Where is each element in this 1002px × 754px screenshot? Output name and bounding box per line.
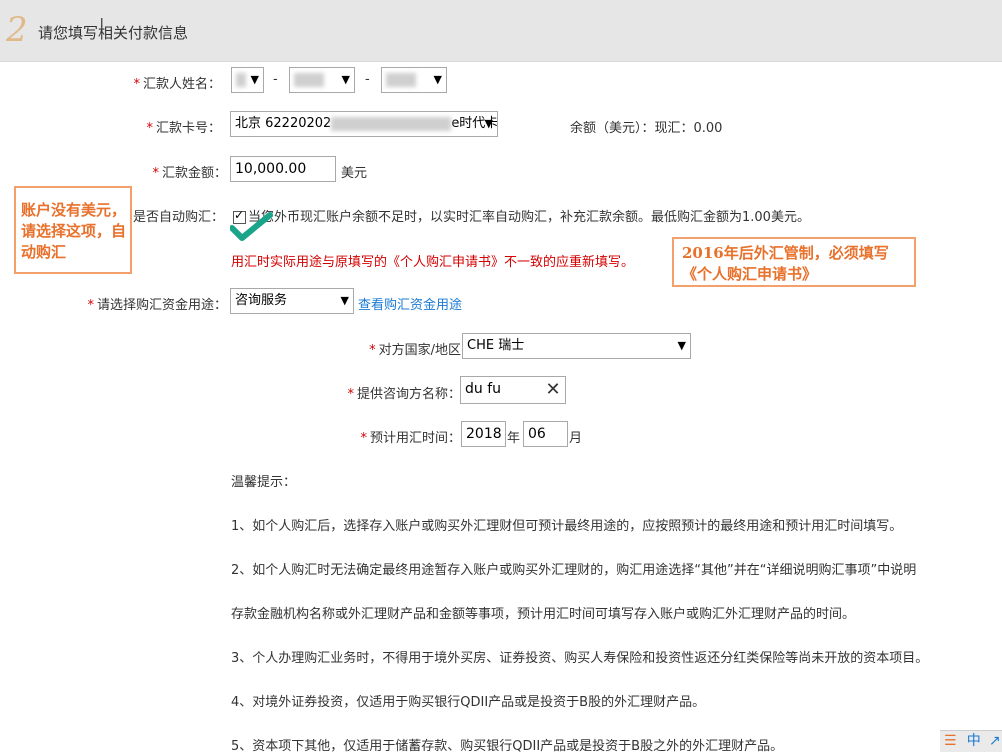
check-mark-icon — [230, 212, 273, 241]
date-label: * 预计用汇时间： — [360, 431, 461, 446]
auto-exchange-option[interactable]: 当您外币现汇账户余额不足时，以实时汇率自动购汇，补充汇款余额。最低购汇金额为1.… — [233, 206, 810, 225]
ime-toolbar[interactable]: ☰ 中 ↗ — [940, 730, 1002, 752]
masked-value — [236, 72, 246, 87]
annotation-right: 2016年后外汇管制，必须填写《个人购汇申请书》 — [672, 237, 916, 287]
chevron-down-icon: ▼ — [484, 117, 493, 130]
card-prefix: 北京 62220202 — [235, 116, 332, 131]
ime-logo-icon: ☰ — [944, 733, 957, 749]
purpose-label: * 请选择购汇资金用途： — [87, 298, 227, 313]
consultant-label: * 提供咨询方名称： — [347, 387, 461, 402]
text-cursor-icon: I — [100, 16, 104, 30]
auto-exchange-label: 是否自动购汇： — [133, 210, 225, 225]
ime-mode-label[interactable]: 中 — [967, 731, 981, 752]
card-select[interactable]: 北京 62220202 e时代卡 ▼ — [230, 111, 498, 137]
month-unit: 月 — [569, 431, 583, 446]
section-title: 请您填写相关付款信息 — [38, 24, 189, 42]
step-number: 2 — [6, 10, 28, 50]
required-mark: * — [152, 166, 159, 181]
name-dash: - — [365, 72, 370, 87]
month-input[interactable]: 06 — [523, 421, 568, 447]
section-header: 2 请您填写相关付款信息 I — [0, 0, 1002, 62]
masked-value — [386, 72, 416, 87]
country-value: CHE 瑞士 — [467, 338, 525, 353]
required-mark: * — [133, 77, 140, 92]
name-label: * 汇款人姓名： — [133, 77, 221, 92]
country-select[interactable]: CHE 瑞士 ▼ — [462, 333, 691, 359]
required-mark: * — [347, 387, 354, 402]
surname-select[interactable]: ▼ — [231, 67, 264, 93]
tip-item: 存款金融机构名称或外汇理财产品和金额等事项，预计用汇时间可填写存入账户或购汇外汇… — [231, 607, 856, 622]
amount-unit: 美元 — [341, 166, 368, 181]
masked-value — [331, 116, 452, 131]
annotation-left: 账户没有美元，请选择这项，自动购汇 — [14, 186, 132, 274]
chevron-down-icon: ▼ — [433, 73, 442, 86]
required-mark: * — [369, 343, 376, 358]
required-mark: * — [360, 431, 367, 446]
amount-input[interactable]: 10,000.00 — [230, 156, 336, 182]
chevron-down-icon: ▼ — [341, 73, 350, 86]
clear-icon[interactable]: ✕ — [541, 376, 565, 404]
auto-exchange-text: 当您外币现汇账户余额不足时，以实时汇率自动购汇，补充汇款余额。最低购汇金额为1.… — [248, 210, 810, 225]
name-part-select[interactable]: ▼ — [381, 67, 447, 93]
purpose-select[interactable]: 咨询服务 ▼ — [230, 288, 354, 314]
required-mark: * — [87, 298, 94, 313]
tip-item: 3、个人办理购汇业务时，不得用于境外买房、证券投资、购买人寿保险和投资性返还分红… — [231, 651, 929, 666]
purpose-value: 咨询服务 — [235, 293, 288, 308]
name-dash: - — [273, 72, 278, 87]
card-label: * 汇款卡号： — [146, 121, 221, 136]
given-name-select[interactable]: ▼ — [289, 67, 355, 93]
tip-item: 4、对境外证券投资，仅适用于购买银行QDII产品或是投资于B股的外汇理财产品。 — [231, 695, 706, 710]
year-unit: 年 — [507, 431, 521, 446]
chevron-down-icon: ▼ — [250, 73, 259, 86]
ime-arrow-icon[interactable]: ↗ — [989, 731, 1001, 752]
year-input[interactable]: 2018 — [461, 421, 506, 447]
masked-value — [294, 72, 324, 87]
tip-item: 1、如个人购汇后，选择存入账户或购买外汇理财但可预计最终用途的，应按照预计的最终… — [231, 519, 903, 534]
tips-title: 温馨提示： — [231, 475, 297, 490]
tip-item: 5、资本项下其他，仅适用于储蓄存款、购买银行QDII产品或是投资于B股之外的外汇… — [231, 739, 784, 754]
tip-item: 2、如个人购汇时无法确定最终用途暂存入账户或购买外汇理财的，购汇用途选择“其他”… — [231, 563, 917, 578]
country-label: * 对方国家/地区 — [369, 343, 461, 358]
purpose-warning: 用汇时实际用途与原填写的《个人购汇申请书》不一致的应重新填写。 — [231, 255, 635, 270]
required-mark: * — [146, 121, 153, 136]
purpose-link[interactable]: 查看购汇资金用途 — [358, 294, 462, 313]
amount-label: * 汇款金额： — [152, 166, 227, 181]
balance-text: 余额（美元）：现汇：0.00 — [570, 121, 723, 136]
chevron-down-icon: ▼ — [677, 339, 686, 352]
chevron-down-icon: ▼ — [340, 294, 349, 307]
